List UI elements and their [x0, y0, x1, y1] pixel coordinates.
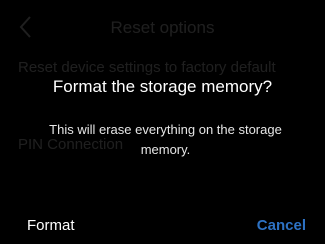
format-button[interactable]: Format: [27, 214, 75, 238]
cancel-button[interactable]: Cancel: [257, 214, 306, 238]
dialog-title: Format the storage memory?: [52, 77, 273, 96]
dialog-message: This will erase everything on the storag…: [49, 122, 282, 157]
format-dialog: Format the storage memory? This will era…: [0, 0, 325, 244]
screen: Reset options Reset device settings to f…: [0, 0, 325, 244]
dialog-actions: Format Cancel: [0, 214, 325, 238]
